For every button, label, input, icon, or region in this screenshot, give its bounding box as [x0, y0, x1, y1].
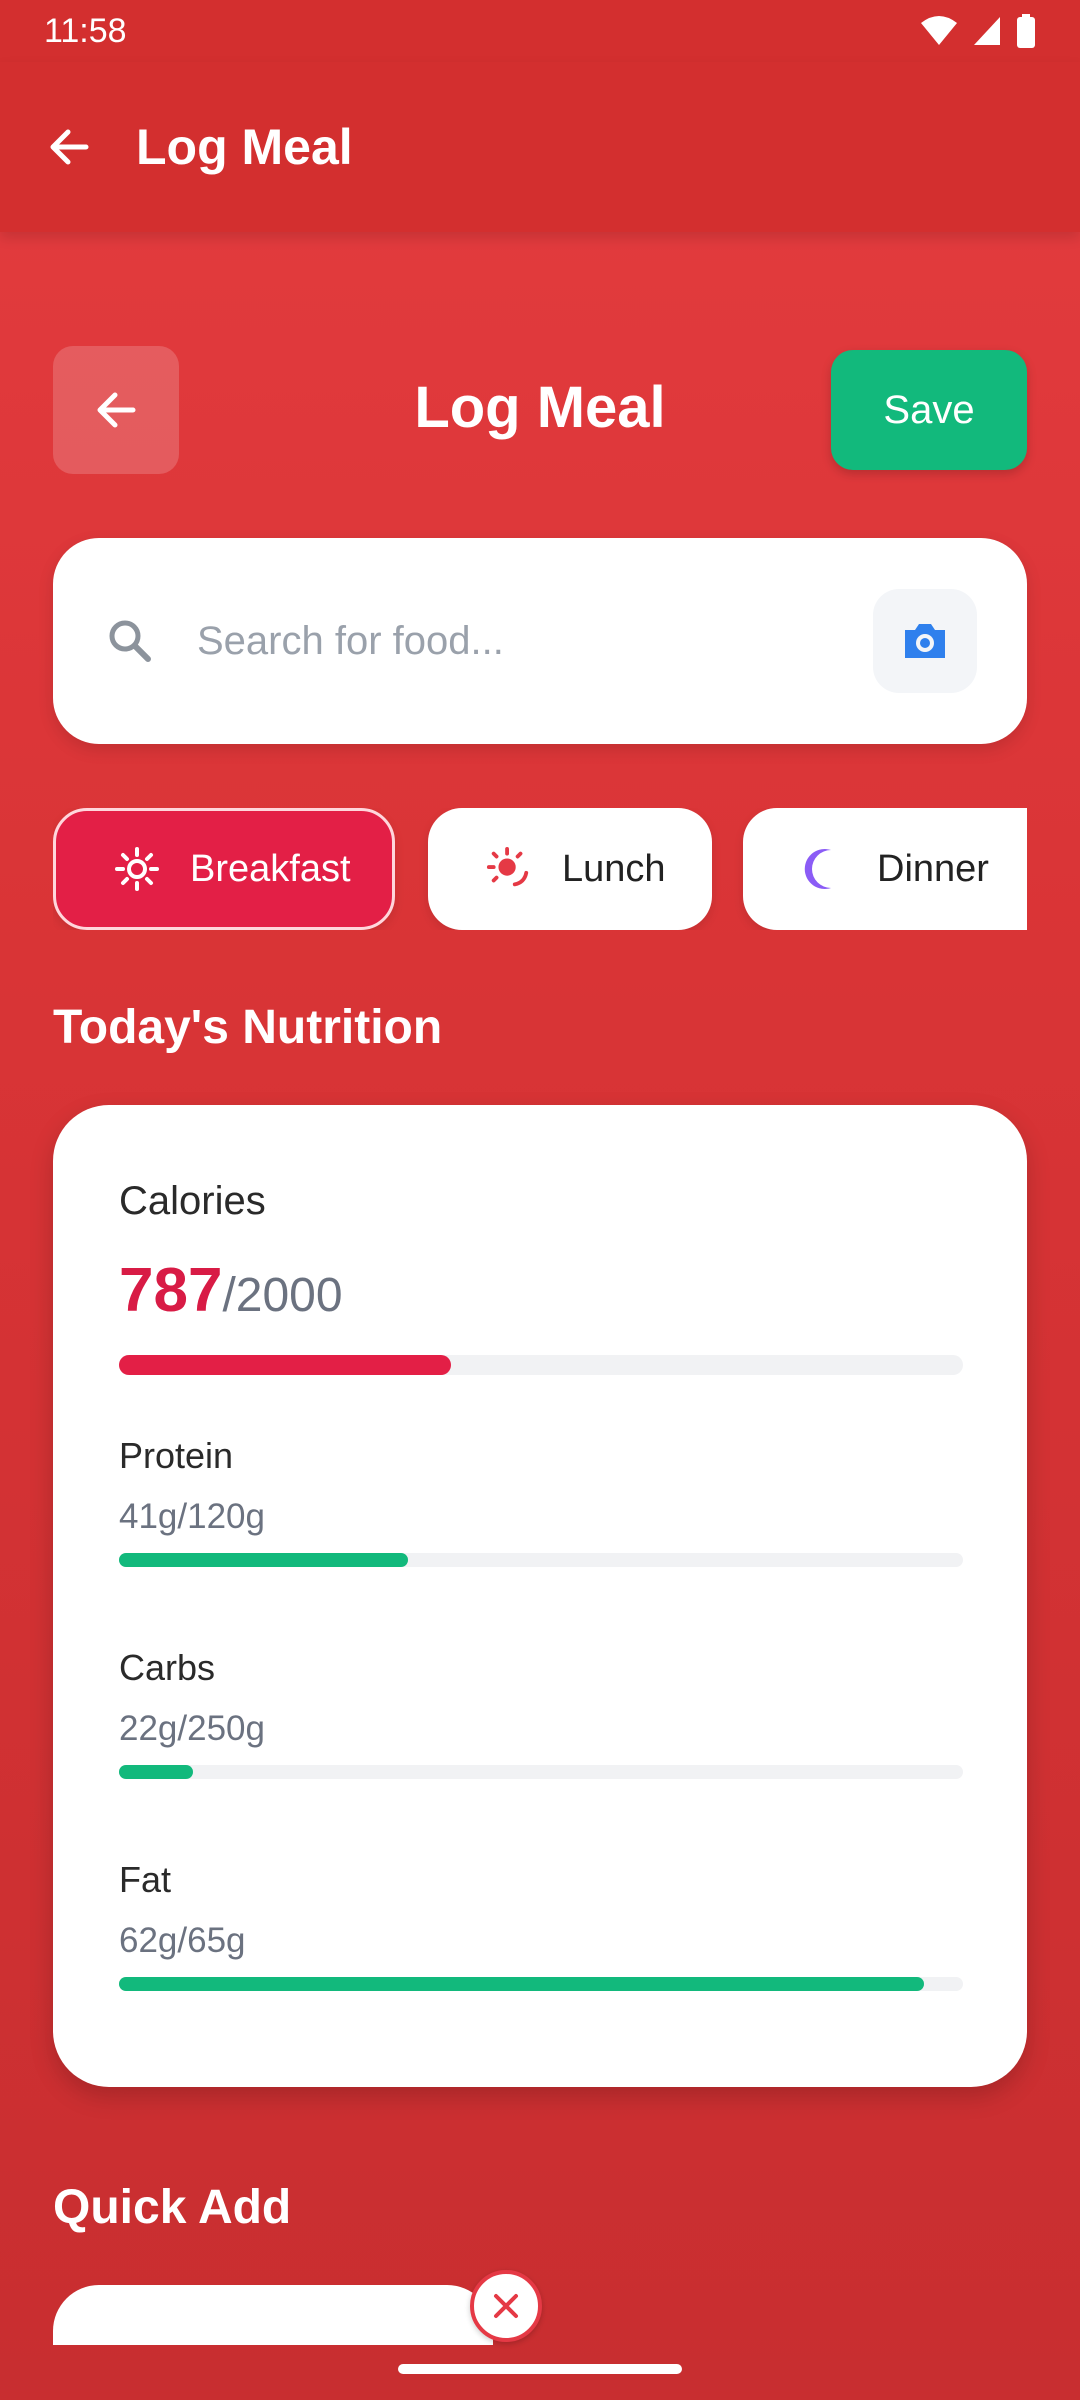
battery-icon: [1017, 14, 1035, 48]
calories-current: 787: [119, 1256, 223, 1325]
fat-label: Fat: [119, 1859, 172, 1900]
app-bar-back-button[interactable]: [34, 112, 104, 182]
save-button[interactable]: Save: [831, 350, 1027, 470]
calories-label: Calories: [119, 1179, 266, 1223]
status-icons: [920, 14, 1036, 48]
carbs-progress-fill: [119, 1765, 194, 1779]
camera-button[interactable]: [873, 589, 977, 693]
protein-progress-bar: [119, 1553, 963, 1567]
meal-type-selector: Breakfast Lunch Dinner: [53, 808, 1027, 930]
app-bar-title: Log Meal: [136, 119, 353, 175]
remove-button[interactable]: [470, 2270, 542, 2342]
page-header: Log Meal Save: [53, 346, 1027, 474]
meal-chip-breakfast[interactable]: Breakfast: [53, 808, 395, 930]
close-icon: [494, 2294, 518, 2318]
meal-chip-lunch[interactable]: Lunch: [428, 808, 712, 930]
wifi-icon: [921, 16, 957, 45]
protein-label: Protein: [119, 1435, 234, 1476]
fat-progress-bar: [119, 1977, 963, 1991]
moon-icon: [801, 846, 847, 892]
calories-progress-fill: [119, 1355, 452, 1375]
calories-goal: /2000: [222, 1269, 343, 1322]
sunrise-icon: [114, 846, 160, 892]
camera-icon: [905, 624, 945, 658]
meal-chip-label: Dinner: [877, 847, 989, 890]
calories-values: 787/2000: [119, 1255, 343, 1326]
nutrition-card: Calories 787/2000 Protein 41g/120g Carbs…: [53, 1105, 1027, 2087]
carbs-value: 22g/250g: [119, 1709, 265, 1748]
search-bar[interactable]: Search for food...: [53, 538, 1027, 744]
protein-value: 41g/120g: [119, 1497, 265, 1536]
carbs-label: Carbs: [119, 1647, 216, 1688]
search-icon: [109, 620, 151, 662]
meal-chip-label: Breakfast: [190, 847, 351, 890]
nutrition-section-title: Today's Nutrition: [53, 1001, 443, 1054]
status-bar: 11:58: [0, 0, 1080, 62]
sun-icon: [486, 846, 532, 892]
arrow-left-icon: [50, 129, 89, 165]
quick-add-item-card[interactable]: [53, 2285, 493, 2345]
protein-progress-fill: [119, 1553, 408, 1567]
search-input[interactable]: Search for food...: [197, 619, 873, 664]
meal-chip-label: Lunch: [562, 847, 666, 890]
carbs-progress-bar: [119, 1765, 963, 1779]
meal-chip-dinner[interactable]: Dinner: [743, 808, 1027, 930]
fat-progress-fill: [119, 1977, 925, 1991]
status-time: 11:58: [44, 11, 127, 50]
app-bar: Log Meal: [0, 62, 1080, 232]
quick-add-section-title: Quick Add: [53, 2181, 292, 2234]
fat-value: 62g/65g: [119, 1921, 246, 1960]
signal-icon: [974, 17, 1000, 45]
calories-progress-bar: [119, 1355, 963, 1375]
home-indicator[interactable]: [398, 2364, 682, 2374]
